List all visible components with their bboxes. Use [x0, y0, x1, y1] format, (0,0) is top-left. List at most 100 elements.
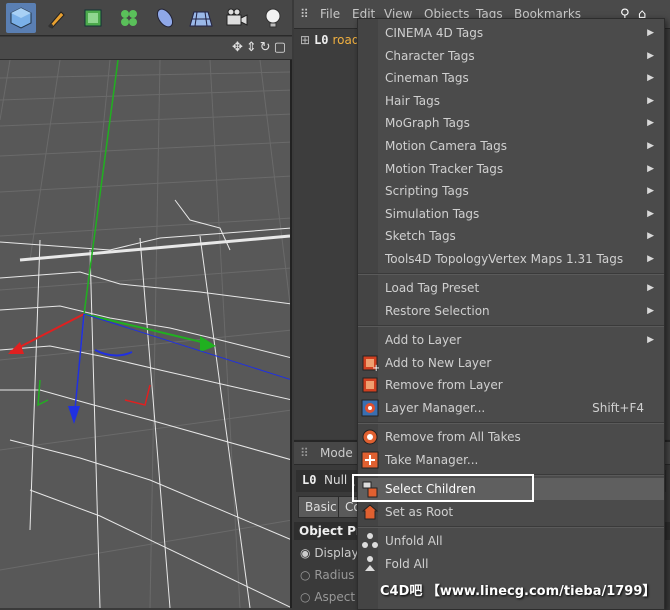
fold-icon: [365, 556, 375, 571]
watermark: C4D吧 【www.linecg.com/tieba/1799】: [380, 584, 656, 599]
menu-item-remove-from-all-takes[interactable]: Remove from All Takes: [358, 426, 664, 448]
menu-item-label: Load Tag Preset: [385, 281, 480, 295]
menu-item-label: Add to New Layer: [385, 356, 492, 370]
move-view-icon[interactable]: ✥: [232, 40, 243, 55]
radio-icon[interactable]: ◉: [300, 546, 310, 560]
viewport-scene: [0, 60, 290, 608]
submenu-arrow-icon: ▶: [647, 51, 654, 61]
menu-item-set-as-root[interactable]: Set as Root: [358, 501, 664, 523]
submenu-arrow-icon: ▶: [647, 306, 654, 316]
light-icon[interactable]: [258, 3, 288, 33]
menu-item-restore-selection[interactable]: Restore Selection ▶: [358, 300, 664, 322]
submenu-arrow-icon: ▶: [647, 254, 654, 264]
menu-item-scripting-tags[interactable]: Scripting Tags ▶: [358, 180, 664, 202]
menu-item-label: Fold All: [385, 557, 429, 571]
menu-item-label: Simulation Tags: [385, 207, 480, 221]
menu-item-label: Hair Tags: [385, 94, 441, 108]
menu-item-load-tag-preset[interactable]: Load Tag Preset ▶: [358, 277, 664, 299]
menu-item-label: Restore Selection: [385, 304, 490, 318]
3d-viewport[interactable]: [0, 60, 292, 608]
highlight-box: [352, 474, 534, 502]
null-object-icon: L0: [302, 473, 317, 487]
menu-item-remove-from-layer[interactable]: Remove from Layer: [358, 374, 664, 396]
menu-item-add-to-new-layer[interactable]: + Add to New Layer: [358, 352, 664, 374]
layer-manager-icon: [361, 399, 379, 417]
grip-icon: ⠿: [300, 7, 309, 21]
menu-item-label: Add to Layer: [385, 333, 462, 347]
menu-item-motion-tracker-tags[interactable]: Motion Tracker Tags ▶: [358, 158, 664, 180]
floor-icon[interactable]: [186, 3, 216, 33]
menu-separator: [358, 422, 664, 424]
main-toolbar: [0, 0, 292, 36]
camera-icon[interactable]: [222, 3, 252, 33]
grip-icon: ⠿: [300, 446, 309, 460]
menu-item-label: Tools4D TopologyVertex Maps 1.31 Tags: [385, 252, 624, 266]
menu-item-label: Sketch Tags: [385, 229, 456, 243]
menu-item-label: Set as Root: [385, 505, 454, 519]
prop-aspect-label: Aspect: [314, 590, 356, 604]
prop-radius[interactable]: ○ Radius: [300, 568, 355, 582]
shortcut-label: Shift+F4: [592, 401, 644, 415]
menu-mode[interactable]: Mode: [320, 446, 353, 460]
take-remove-icon: [362, 429, 378, 445]
expand-icon[interactable]: ⊞: [300, 33, 310, 47]
subdivision-cube-icon[interactable]: [78, 3, 108, 33]
deformer-icon[interactable]: [150, 3, 180, 33]
prop-aspect[interactable]: ○ Aspect: [300, 590, 355, 604]
radio-icon[interactable]: ○: [300, 590, 310, 604]
unfold-icon: [362, 533, 378, 548]
object-row-road[interactable]: ⊞ L0 road: [300, 33, 360, 47]
submenu-arrow-icon: ▶: [647, 231, 654, 241]
menu-item-character-tags[interactable]: Character Tags ▶: [358, 45, 664, 67]
menu-item-label: Remove from All Takes: [385, 430, 521, 444]
menu-item-label: Unfold All: [385, 534, 443, 548]
submenu-arrow-icon: ▶: [647, 96, 654, 106]
menu-item-label: Remove from Layer: [385, 378, 503, 392]
submenu-arrow-icon: ▶: [647, 283, 654, 293]
menu-item-tools4d-tags[interactable]: Tools4D TopologyVertex Maps 1.31 Tags ▶: [358, 248, 664, 270]
pen-icon[interactable]: [42, 3, 72, 33]
menu-item-layer-manager[interactable]: Layer Manager... Shift+F4: [358, 397, 664, 419]
menu-item-label: Scripting Tags: [385, 184, 469, 198]
radio-icon[interactable]: ○: [300, 568, 310, 582]
menu-item-simulation-tags[interactable]: Simulation Tags ▶: [358, 203, 664, 225]
menu-item-label: Motion Camera Tags: [385, 139, 507, 153]
add-layer-icon: +: [362, 355, 379, 372]
menu-item-add-to-layer[interactable]: Add to Layer ▶: [358, 329, 664, 351]
cloner-icon[interactable]: [114, 3, 144, 33]
submenu-arrow-icon: ▶: [647, 28, 654, 38]
menu-item-mograph-tags[interactable]: MoGraph Tags ▶: [358, 112, 664, 134]
menu-item-label: Take Manager...: [385, 453, 479, 467]
submenu-arrow-icon: ▶: [647, 209, 654, 219]
set-root-icon: [361, 504, 379, 520]
menu-item-fold-all[interactable]: Fold All: [358, 553, 664, 575]
take-manager-icon: [361, 451, 379, 469]
null-object-icon: L0: [314, 33, 329, 47]
menu-file[interactable]: File: [320, 7, 340, 21]
viewport-nav-controls: ✥ ⇕ ↻ ▢: [232, 40, 286, 55]
submenu-arrow-icon: ▶: [647, 141, 654, 151]
z-axis: [83, 313, 290, 380]
prop-radius-label: Radius: [314, 568, 355, 582]
menu-item-take-manager[interactable]: Take Manager...: [358, 449, 664, 471]
menu-item-motion-camera-tags[interactable]: Motion Camera Tags ▶: [358, 135, 664, 157]
menu-item-label: Motion Tracker Tags: [385, 162, 504, 176]
menu-separator: [358, 273, 664, 275]
menu-item-label: MoGraph Tags: [385, 116, 470, 130]
svg-text:+: +: [372, 363, 379, 372]
prop-display[interactable]: ◉ Display: [300, 546, 359, 560]
submenu-arrow-icon: ▶: [647, 335, 654, 345]
cube-icon[interactable]: [6, 2, 36, 33]
menu-item-hair-tags[interactable]: Hair Tags ▶: [358, 90, 664, 112]
menu-item-unfold-all[interactable]: Unfold All: [358, 530, 664, 552]
menu-item-label: Layer Manager...: [385, 401, 486, 415]
maximize-view-icon[interactable]: ▢: [274, 40, 286, 55]
menu-item-cineman-tags[interactable]: Cineman Tags ▶: [358, 67, 664, 89]
tab-basic[interactable]: Basic: [298, 496, 344, 518]
object-name[interactable]: road: [333, 33, 360, 47]
prop-display-label: Display: [314, 546, 359, 560]
dolly-view-icon[interactable]: ⇕: [246, 40, 257, 55]
menu-item-sketch-tags[interactable]: Sketch Tags ▶: [358, 225, 664, 247]
rotate-view-icon[interactable]: ↻: [260, 40, 271, 55]
menu-item-cinema4d-tags[interactable]: CINEMA 4D Tags ▶: [358, 22, 664, 44]
